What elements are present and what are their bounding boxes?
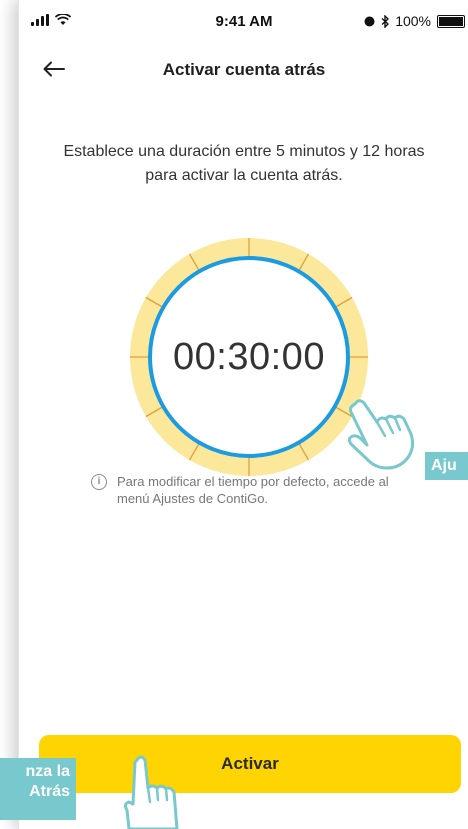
callout-right: Aju (425, 452, 468, 480)
phone-screen: 9:41 AM 100% Activar cuenta atrás Establ… (18, 0, 468, 829)
status-bar: 9:41 AM 100% (19, 0, 468, 46)
battery-percent: 100% (395, 13, 431, 29)
description-text: Establece una duración entre 5 minutos y… (63, 143, 425, 184)
activate-button-label: Activar (221, 754, 279, 773)
battery-icon (437, 14, 465, 28)
page-title: Activar cuenta atrás (162, 60, 326, 79)
info-note: i Para modificar el tiempo por defecto, … (91, 473, 421, 507)
hand-pointer-icon-bottom (123, 755, 179, 829)
callout-left-line1: nza la (25, 763, 70, 780)
hand-pointer-icon (347, 399, 415, 470)
bluetooth-icon (381, 14, 390, 28)
activate-button[interactable]: Activar (39, 735, 461, 793)
callout-left: nza la Atrás (0, 758, 76, 820)
callout-left-line2: Atrás (29, 783, 70, 800)
alarm-icon (364, 16, 375, 26)
status-right: 100% (364, 13, 465, 29)
timer-dial[interactable]: 00:30:00 (127, 235, 371, 479)
header: Activar cuenta atrás (19, 46, 468, 92)
info-icon: i (91, 474, 107, 490)
timer-value: 00:30:00 (173, 335, 325, 378)
info-text: Para modificar el tiempo por defecto, ac… (117, 474, 389, 506)
